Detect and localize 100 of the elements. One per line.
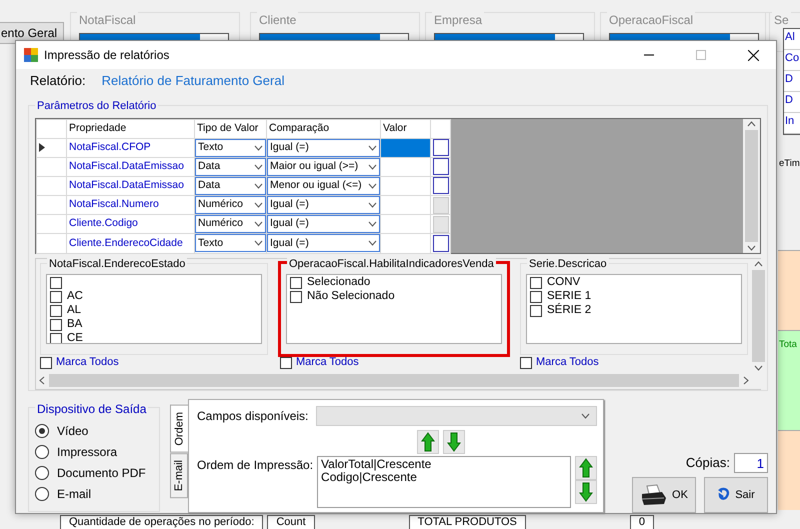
table-cell: NotaFiscal.CFOP: [66, 138, 194, 158]
button[interactable]: OK: [632, 477, 696, 513]
list-item[interactable]: D: [784, 92, 800, 113]
group-title: OperacaoFiscal: [607, 11, 696, 29]
column-header: Tipo de Valor: [194, 119, 266, 138]
checklist-box[interactable]: CONV SERIE 1 SÉRIE 2: [526, 274, 742, 344]
value-cell[interactable]: [380, 176, 430, 196]
list-item[interactable]: Al: [784, 29, 800, 50]
move-down-button[interactable]: [575, 480, 597, 504]
chevron-icon: [254, 164, 263, 170]
field-label: Campos disponíveis:: [197, 408, 308, 425]
checkbox[interactable]: [290, 276, 302, 288]
radio-button[interactable]: [35, 444, 49, 458]
radio-label: Impressora: [57, 444, 118, 460]
chevron-down-icon: [747, 244, 756, 250]
value-cell[interactable]: [380, 138, 430, 158]
radio-button[interactable]: [35, 424, 49, 438]
value-cell[interactable]: [380, 234, 430, 253]
checkbox[interactable]: [50, 304, 62, 316]
chevron-icon: [368, 182, 377, 189]
checkbox-label: CE: [67, 330, 83, 342]
radio-label: Documento PDF: [57, 464, 146, 482]
list-item[interactable]: Co: [784, 50, 800, 71]
checklist-box[interactable]: AC AL BA CE: [46, 274, 262, 344]
checklist-box[interactable]: Selecionado Não Selecionado: [286, 274, 502, 344]
checkbox[interactable]: [50, 332, 62, 342]
checkbox[interactable]: [280, 356, 292, 368]
checkbox[interactable]: [50, 318, 62, 330]
dropdown[interactable]: Igual (=): [267, 234, 380, 252]
move-down-button[interactable]: [443, 430, 465, 454]
chevron-left-icon: [39, 376, 45, 385]
radio-label: Vídeo: [57, 422, 88, 440]
chevron-icon: [368, 164, 377, 170]
field-label: Ordem de Impressão:: [197, 457, 314, 474]
list-item[interactable]: ValorTotal|Crescente: [321, 458, 567, 471]
report-name: Relatório de Faturamento Geral: [102, 72, 284, 90]
table-cell: NotaFiscal.Numero: [66, 196, 194, 215]
button[interactable]: Sair: [704, 477, 768, 513]
checkbox-label: BA: [67, 316, 82, 332]
dropdown[interactable]: Menor ou igual (<=): [267, 176, 380, 195]
table-cell: NotaFiscal.DataEmissao: [66, 157, 194, 176]
move-up-button[interactable]: [417, 430, 439, 454]
cell-button[interactable]: [432, 158, 448, 176]
table-cell: Cliente.Codigo: [66, 214, 194, 234]
tab[interactable]: E-mail: [170, 452, 188, 498]
cell-button[interactable]: [432, 177, 448, 194]
dropdown[interactable]: Igual (=): [267, 138, 380, 157]
value-cell[interactable]: [380, 196, 430, 215]
app-icon: [24, 48, 38, 62]
window-title: Impressão de relatórios: [44, 47, 170, 64]
tab[interactable]: Ordem: [170, 405, 188, 453]
label-cell: Quantidade de operações no período:: [60, 515, 264, 529]
checkbox[interactable]: [290, 290, 302, 302]
checkbox-label: SERIE 1: [547, 288, 592, 303]
maximize-icon: [696, 50, 706, 60]
checkbox[interactable]: [40, 356, 52, 368]
chevron-icon: [368, 221, 377, 228]
column-header: Tota: [779, 338, 797, 352]
list-item[interactable]: In: [784, 113, 800, 134]
radio-button[interactable]: [35, 486, 49, 500]
chevron-icon: [254, 144, 263, 151]
list-item[interactable]: D: [784, 71, 800, 92]
column-header: Propriedade: [66, 119, 194, 138]
table-cell: Cliente.EnderecoCidade: [66, 234, 194, 253]
chevron-icon: [368, 202, 377, 208]
checkbox[interactable]: [50, 290, 62, 302]
checkbox-label: SÉRIE 2: [547, 302, 592, 318]
dropdown[interactable]: Numérico: [195, 215, 266, 234]
chevron-right-icon: [743, 376, 749, 385]
chevron-up-icon: [754, 260, 763, 266]
dropdown[interactable]: Texto: [195, 234, 266, 252]
cell-button[interactable]: [432, 234, 448, 252]
checkbox[interactable]: [530, 304, 542, 316]
checkbox[interactable]: [50, 276, 62, 288]
chevron-icon: [254, 221, 263, 228]
dropdown[interactable]: Texto: [195, 138, 266, 157]
move-up-button[interactable]: [575, 456, 597, 480]
value-cell[interactable]: [380, 214, 430, 234]
radio-button[interactable]: [35, 466, 49, 480]
checkbox-label: Marca Todos: [56, 355, 119, 370]
dropdown[interactable]: Data: [195, 176, 266, 195]
column-header: Comparação: [266, 119, 380, 138]
copies-field[interactable]: 1: [734, 453, 768, 473]
checkbox[interactable]: [530, 276, 542, 288]
close-icon: [748, 50, 758, 60]
chevron-icon: [254, 202, 263, 208]
checkbox[interactable]: [530, 290, 542, 302]
dropdown[interactable]: Igual (=): [267, 196, 380, 214]
dropdown[interactable]: Data: [195, 158, 266, 176]
dropdown[interactable]: Igual (=): [267, 215, 380, 234]
list-item[interactable]: Codigo|Crescente: [321, 471, 567, 484]
cell-button[interactable]: [432, 139, 448, 156]
swirl-arrow-icon: [717, 487, 732, 503]
checkbox[interactable]: [520, 356, 532, 368]
list-box[interactable]: ValorTotal|Crescente Codigo|Crescente: [317, 456, 571, 508]
value-cell[interactable]: [380, 157, 430, 176]
dropdown[interactable]: Maior ou igual (>=): [267, 158, 380, 176]
dropdown[interactable]: Numérico: [195, 196, 266, 214]
column-header: eTim: [779, 157, 800, 171]
chevron-icon: [368, 240, 377, 246]
